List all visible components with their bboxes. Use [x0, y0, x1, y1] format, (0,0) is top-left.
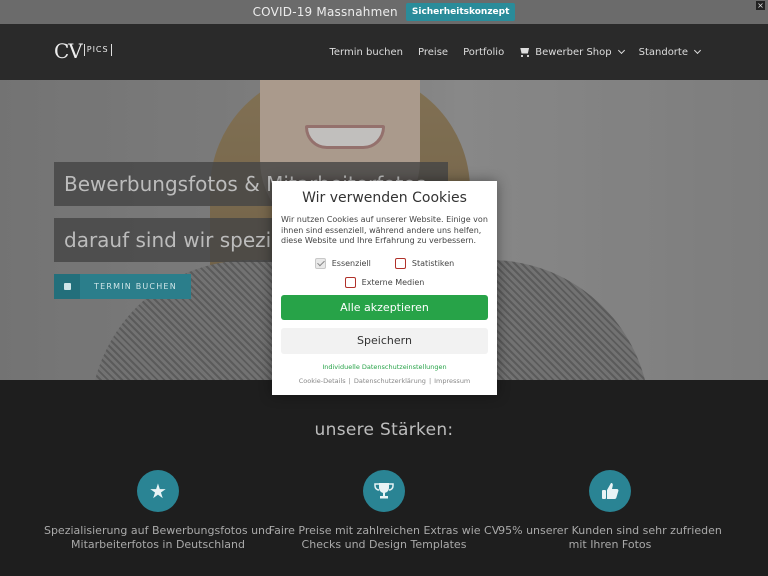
cookie-footer-links: Cookie-Details | Datenschutzerklärung | Impr… [281, 377, 488, 385]
statistics-label: Statistiken [411, 258, 455, 268]
cookie-details-link[interactable]: Cookie-Details [299, 377, 346, 385]
link-separator: | [428, 376, 432, 385]
cookie-option-essential: Essenziell [314, 257, 371, 269]
accept-all-button[interactable]: Alle akzeptieren [281, 294, 488, 320]
link-separator: | [348, 376, 351, 385]
cookie-option-external-media[interactable]: Externe Medien [344, 276, 425, 288]
cookie-dialog-description: Wir nutzen Cookies auf unserer Website. … [281, 215, 488, 245]
cookie-consent-dialog: Wir verwenden Cookies Wir nutzen Cookies… [272, 181, 497, 395]
individual-privacy-settings-link[interactable]: Individuelle Datenschutzeinstellungen [281, 363, 488, 371]
imprint-link[interactable]: Impressum [434, 377, 470, 385]
essential-checkbox [314, 257, 326, 269]
privacy-policy-link[interactable]: Datenschutzerklärung [354, 377, 426, 385]
cookie-options: Essenziell Statistiken Externe Medien [281, 254, 488, 292]
cookie-dialog-title: Wir verwenden Cookies [302, 190, 467, 206]
external-media-checkbox[interactable] [344, 276, 356, 288]
statistics-checkbox[interactable] [394, 257, 406, 269]
save-button[interactable]: Speichern [281, 327, 488, 354]
essential-label: Essenziell [331, 258, 371, 268]
cookie-option-statistics[interactable]: Statistiken [394, 257, 455, 269]
external-media-label: Externe Medien [361, 277, 425, 287]
